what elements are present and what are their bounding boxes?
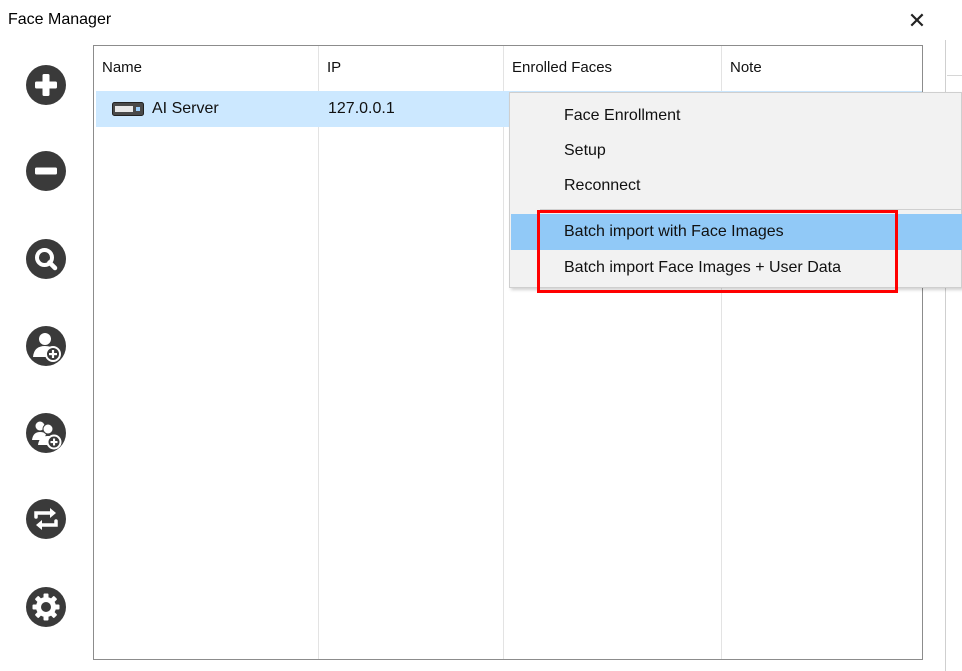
ip-cell: 127.0.0.1 [328,100,395,117]
menu-item-reconnect[interactable]: Reconnect [511,168,962,204]
add-users-button[interactable] [24,411,68,455]
remove-button[interactable] [24,149,68,193]
column-header-note[interactable]: Note [722,46,922,89]
remove-icon [26,151,66,191]
close-button[interactable]: ✕ [904,8,930,34]
column-header-enrolled-faces[interactable]: Enrolled Faces [504,46,722,89]
add-user-icon [26,326,66,366]
server-icon [112,102,144,116]
menu-item-setup[interactable]: Setup [511,133,962,169]
add-button[interactable] [24,63,68,107]
device-name: AI Server [152,100,219,117]
add-user-button[interactable] [24,324,68,368]
sync-button[interactable] [24,497,68,541]
add-icon [26,65,66,105]
column-divider [318,46,319,659]
add-users-icon [26,413,66,453]
column-header-ip[interactable]: IP [319,46,504,89]
search-button[interactable] [24,237,68,281]
name-cell: AI Server [112,91,219,127]
column-divider [503,46,504,659]
menu-item-face-enrollment[interactable]: Face Enrollment [511,98,962,134]
column-header-name[interactable]: Name [94,46,319,89]
window-title: Face Manager [8,11,112,28]
settings-icon [26,587,66,627]
title-bar: Face Manager ✕ [0,0,946,40]
annotation-highlight-box [537,210,898,293]
sync-icon [26,499,66,539]
side-toolbar [0,40,92,671]
settings-button[interactable] [24,585,68,629]
search-icon [26,239,66,279]
